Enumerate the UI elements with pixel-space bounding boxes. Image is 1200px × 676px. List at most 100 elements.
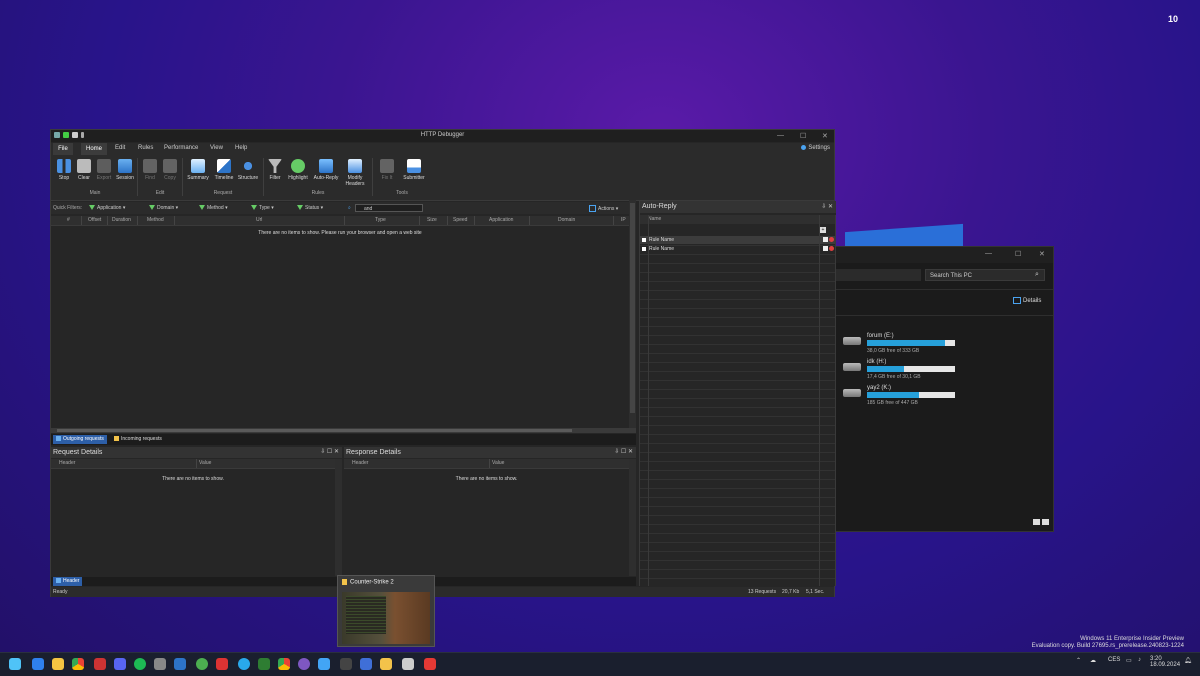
app-icon[interactable] <box>424 658 436 670</box>
col-type[interactable]: Type <box>375 217 386 223</box>
rule-checkbox[interactable] <box>642 237 646 242</box>
col-offset[interactable]: Offset <box>88 217 101 223</box>
summary-button[interactable]: Summary <box>185 159 211 181</box>
app-titlebar[interactable]: HTTP Debugger — ☐ ✕ <box>51 130 834 142</box>
start-icon[interactable] <box>9 658 21 670</box>
col-number[interactable]: # <box>67 217 70 223</box>
stop-button[interactable]: Stop <box>55 159 73 181</box>
clear-button[interactable]: Clear <box>75 159 93 181</box>
taskbar-thumbnail-preview[interactable]: Counter-Strike 2 <box>337 575 435 647</box>
app-icon[interactable] <box>258 658 270 670</box>
tab-incoming-requests[interactable]: Incoming requests <box>111 435 165 444</box>
request-details-scrollbar[interactable] <box>335 459 342 576</box>
highlight-button[interactable]: Highlight <box>285 159 311 181</box>
network-icon[interactable]: ☁ <box>1090 657 1096 664</box>
tab-help[interactable]: Help <box>235 145 247 151</box>
col-name[interactable]: Name <box>640 215 836 224</box>
session-button[interactable]: Session <box>115 159 135 181</box>
fix-it-button[interactable]: Fix It <box>375 159 399 181</box>
col-ip[interactable]: IP <box>621 217 626 223</box>
delete-icon[interactable] <box>829 246 834 251</box>
modify-headers-button[interactable]: Modify Headers <box>341 159 369 187</box>
status-filter[interactable]: Status ▾ <box>297 205 323 211</box>
requests-horizontal-scrollbar[interactable] <box>51 428 636 433</box>
col-value[interactable]: Value <box>199 460 211 466</box>
structure-button[interactable]: Structure <box>236 159 260 181</box>
volume-icon[interactable]: ♪ <box>1138 657 1141 663</box>
add-rule-button[interactable]: + <box>820 227 826 233</box>
telegram-icon[interactable] <box>238 658 250 670</box>
find-button[interactable]: Find <box>141 159 159 181</box>
todo-icon[interactable] <box>174 658 186 670</box>
copy-button[interactable]: Copy <box>161 159 179 181</box>
explorer-search-input[interactable]: Search This PC <box>925 269 1045 281</box>
col-url[interactable]: Url <box>256 217 262 223</box>
language-indicator[interactable]: CES <box>1108 657 1120 663</box>
terminal-icon[interactable] <box>340 658 352 670</box>
app-icon[interactable] <box>402 658 414 670</box>
rule-checkbox[interactable] <box>642 246 646 251</box>
col-application[interactable]: Application <box>489 217 513 223</box>
tab-edit[interactable]: Edit <box>115 145 125 151</box>
monitor-icon[interactable]: ▭ <box>1126 657 1132 664</box>
col-header[interactable]: Header <box>352 460 368 466</box>
tab-view[interactable]: View <box>210 145 223 151</box>
col-domain[interactable]: Domain <box>558 217 575 223</box>
timeline-button[interactable]: Timeline <box>212 159 236 181</box>
edit-icon[interactable] <box>823 246 828 251</box>
details-view-icon[interactable] <box>1033 519 1040 525</box>
spotify-icon[interactable] <box>134 658 146 670</box>
app-icon[interactable] <box>94 658 106 670</box>
requests-list[interactable]: There are no items to show. Please run y… <box>51 226 636 429</box>
delete-icon[interactable] <box>829 237 834 242</box>
app-icon[interactable] <box>154 658 166 670</box>
chrome-icon[interactable] <box>278 658 290 670</box>
close-icon[interactable]: ✕ <box>1039 250 1045 258</box>
explorer-titlebar[interactable]: — ☐ ✕ <box>835 247 1053 263</box>
panel-controls[interactable]: ⇩ ✕ <box>821 201 833 213</box>
chevron-up-icon[interactable]: ⌃ <box>1076 657 1081 664</box>
col-duration[interactable]: Duration <box>112 217 131 223</box>
tab-performance[interactable]: Performance <box>164 145 198 151</box>
calendar-icon[interactable] <box>216 658 228 670</box>
filter-search-input[interactable]: and <box>355 204 423 212</box>
domain-filter[interactable]: Domain ▾ <box>149 205 178 211</box>
col-method[interactable]: Method <box>147 217 164 223</box>
rule-row[interactable]: Rule Name <box>640 245 836 253</box>
response-details-scrollbar[interactable] <box>629 459 636 576</box>
tab-outgoing-requests[interactable]: Outgoing requests <box>53 435 107 444</box>
minimize-icon[interactable]: — <box>985 250 992 257</box>
file-explorer-icon[interactable] <box>52 658 64 670</box>
export-button[interactable]: Export <box>95 159 113 181</box>
thumbnail-image[interactable] <box>342 592 430 644</box>
tab-header[interactable]: Header <box>53 577 83 586</box>
rule-row[interactable]: Rule Name <box>640 236 836 244</box>
tab-file[interactable]: File <box>53 143 73 155</box>
auto-reply-button[interactable]: Auto-Reply <box>312 159 340 181</box>
close-icon[interactable]: ✕ <box>822 132 828 140</box>
view-buttons[interactable] <box>1031 519 1049 527</box>
col-size[interactable]: Size <box>427 217 437 223</box>
maximize-icon[interactable]: ☐ <box>1015 250 1021 258</box>
col-header[interactable]: Header <box>59 460 75 466</box>
requests-vertical-scrollbar[interactable] <box>629 200 636 429</box>
discord-icon[interactable] <box>114 658 126 670</box>
panel-controls[interactable]: ⇩ ☐ ✕ <box>320 447 339 458</box>
file-explorer-window[interactable]: — ☐ ✕ Search This PC ⌕ Details forum (E:… <box>834 246 1054 532</box>
submitter-button[interactable]: Submitter <box>400 159 428 181</box>
vscode-icon[interactable] <box>32 658 44 670</box>
chrome-icon[interactable] <box>72 658 84 670</box>
details-button[interactable]: Details <box>1013 297 1041 304</box>
maximize-icon[interactable]: ☐ <box>800 132 806 140</box>
address-bar[interactable] <box>835 269 921 281</box>
app-icon[interactable] <box>360 658 372 670</box>
tab-home[interactable]: Home <box>81 143 108 155</box>
minimize-icon[interactable]: — <box>777 132 784 139</box>
http-debugger-window[interactable]: HTTP Debugger — ☐ ✕ File Home Edit Rules… <box>50 129 836 597</box>
application-filter[interactable]: Application ▾ <box>89 205 125 211</box>
search-icon[interactable]: ⌕ <box>1035 271 1039 279</box>
panel-controls[interactable]: ⇩ ☐ ✕ <box>614 447 633 458</box>
type-filter[interactable]: Type ▾ <box>251 205 274 211</box>
method-filter[interactable]: Method ▾ <box>199 205 228 211</box>
app-icon[interactable] <box>298 658 310 670</box>
